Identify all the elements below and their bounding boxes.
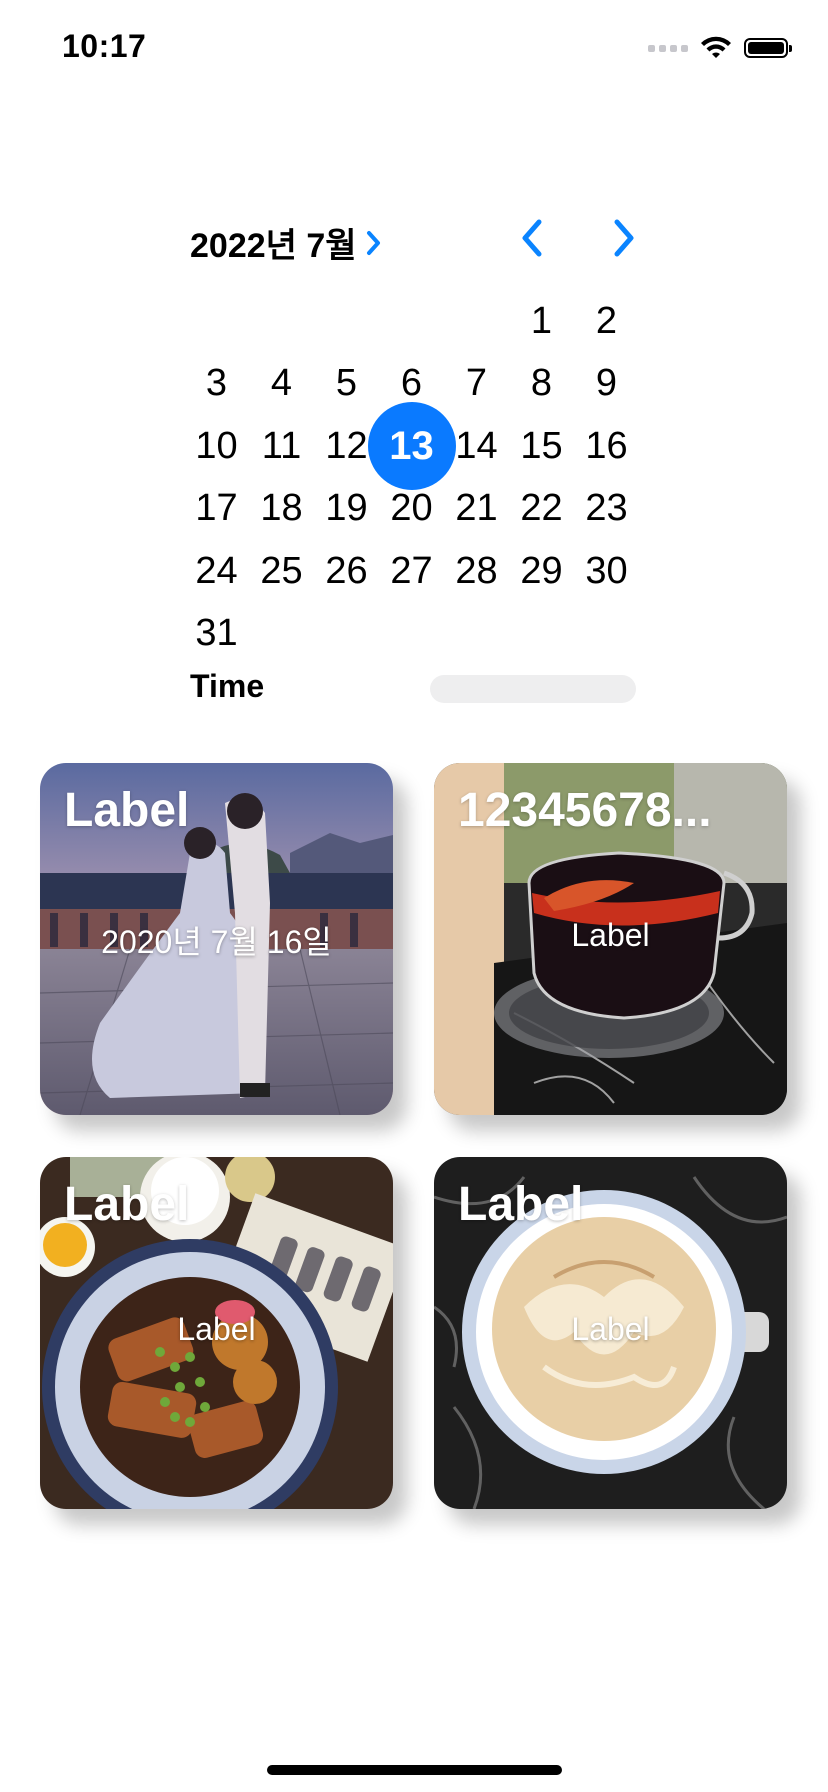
card-title: Label — [458, 1178, 584, 1231]
photo-card[interactable]: 12345678... Label — [434, 763, 787, 1115]
calendar-day-number: 26 — [325, 549, 368, 592]
month-label: 2022년 7월 — [190, 227, 357, 265]
calendar-day[interactable]: 25 — [249, 540, 314, 603]
month-picker-button[interactable]: 2022년 7월 — [190, 218, 383, 267]
time-picker[interactable] — [430, 675, 636, 703]
status-time: 10:17 — [62, 28, 147, 64]
calendar-day[interactable]: 26 — [314, 540, 379, 603]
calendar-day-number: 31 — [195, 612, 238, 655]
calendar-day[interactable]: 2 — [574, 290, 639, 353]
calendar-day-number: 2 — [595, 299, 618, 342]
calendar-day[interactable]: 29 — [509, 540, 574, 603]
calendar-day-number: 18 — [260, 487, 303, 530]
calendar-day-number: 29 — [520, 549, 563, 592]
calendar-day[interactable]: 1 — [509, 290, 574, 353]
calendar-day[interactable]: 10 — [184, 415, 249, 478]
calendar-day[interactable]: 31 — [184, 603, 249, 666]
calendar-day-number: 10 — [195, 424, 238, 467]
calendar-day-number: 1 — [530, 299, 553, 342]
calendar-day[interactable]: 5 — [314, 353, 379, 416]
calendar-day-number: 11 — [261, 424, 302, 467]
calendar-day-number: 6 — [400, 362, 423, 405]
calendar-day[interactable]: 18 — [249, 478, 314, 541]
status-icons — [648, 36, 792, 60]
calendar-day-number: 28 — [455, 549, 498, 592]
card-title: 12345678... — [458, 784, 712, 837]
signal-icon — [648, 44, 688, 52]
battery-icon — [744, 38, 792, 58]
calendar-day[interactable]: 8 — [509, 353, 574, 416]
next-month-button[interactable] — [604, 214, 644, 262]
calendar-day-number: 13 — [389, 423, 434, 468]
wifi-icon — [701, 36, 731, 58]
photo-card[interactable]: Label Label — [40, 1157, 393, 1509]
calendar-day-number: 22 — [520, 487, 563, 530]
calendar-day-number: 24 — [195, 549, 238, 592]
calendar-day-selected[interactable]: 13 — [379, 415, 444, 478]
calendar-day[interactable]: 28 — [444, 540, 509, 603]
card-subtitle: Label — [571, 1311, 650, 1347]
chevron-right-icon — [614, 219, 634, 257]
calendar-day-number: 9 — [595, 362, 618, 405]
calendar-day-number: 21 — [455, 487, 498, 530]
calendar-day-number: 5 — [335, 362, 358, 405]
home-indicator[interactable] — [267, 1765, 562, 1775]
calendar-day[interactable]: 11 — [249, 415, 314, 478]
calendar-day[interactable]: 27 — [379, 540, 444, 603]
card-title: Label — [64, 1178, 190, 1231]
calendar-day-number: 7 — [465, 362, 488, 405]
calendar-day-number: 23 — [585, 487, 628, 530]
card-subtitle: Label — [177, 1311, 256, 1347]
photo-card[interactable]: Label Label — [434, 1157, 787, 1509]
calendar-day[interactable]: 19 — [314, 478, 379, 541]
calendar-empty-cell — [444, 290, 509, 353]
calendar-day-number: 12 — [325, 424, 368, 467]
calendar-day[interactable]: 4 — [249, 353, 314, 416]
previous-month-button[interactable] — [512, 214, 552, 262]
calendar-day[interactable]: 23 — [574, 478, 639, 541]
calendar-empty-cell — [249, 290, 314, 353]
calendar-day[interactable]: 15 — [509, 415, 574, 478]
calendar-empty-cell — [184, 290, 249, 353]
calendar-day-number: 15 — [520, 424, 563, 467]
calendar-day-number: 16 — [585, 424, 628, 467]
chevron-left-icon — [522, 219, 542, 257]
calendar-day[interactable]: 9 — [574, 353, 639, 416]
photo-card[interactable]: Label 2020년 7월 16일 — [40, 763, 393, 1115]
calendar-day-number: 27 — [390, 549, 433, 592]
calendar-empty-cell — [379, 290, 444, 353]
calendar-day-number: 8 — [530, 362, 553, 405]
card-subtitle: 2020년 7월 16일 — [101, 924, 332, 960]
calendar-day-number: 25 — [260, 549, 303, 592]
calendar-day[interactable]: 7 — [444, 353, 509, 416]
calendar-empty-cell — [314, 290, 379, 353]
time-label: Time — [190, 668, 265, 704]
calendar-day-number: 3 — [205, 362, 228, 405]
calendar-day-number: 30 — [585, 549, 628, 592]
calendar-day[interactable]: 21 — [444, 478, 509, 541]
calendar-day[interactable]: 3 — [184, 353, 249, 416]
chevron-right-icon — [366, 230, 380, 255]
card-subtitle: Label — [571, 917, 650, 953]
calendar-day[interactable]: 30 — [574, 540, 639, 603]
calendar-day[interactable]: 24 — [184, 540, 249, 603]
calendar-day[interactable]: 22 — [509, 478, 574, 541]
calendar-day-number: 20 — [390, 487, 433, 530]
calendar-grid: 1 2 3 4 5 6 7 8 9 10 11 12 13 14 15 16 17 18 19 20 21 22 23 24 2… — [184, 290, 639, 665]
calendar-day[interactable]: 16 — [574, 415, 639, 478]
calendar-day-number: 19 — [325, 487, 368, 530]
calendar-day-number: 17 — [195, 487, 238, 530]
calendar-day-number: 4 — [270, 362, 293, 405]
card-title: Label — [64, 784, 190, 837]
calendar-day[interactable]: 17 — [184, 478, 249, 541]
calendar-day-number: 14 — [455, 424, 498, 467]
